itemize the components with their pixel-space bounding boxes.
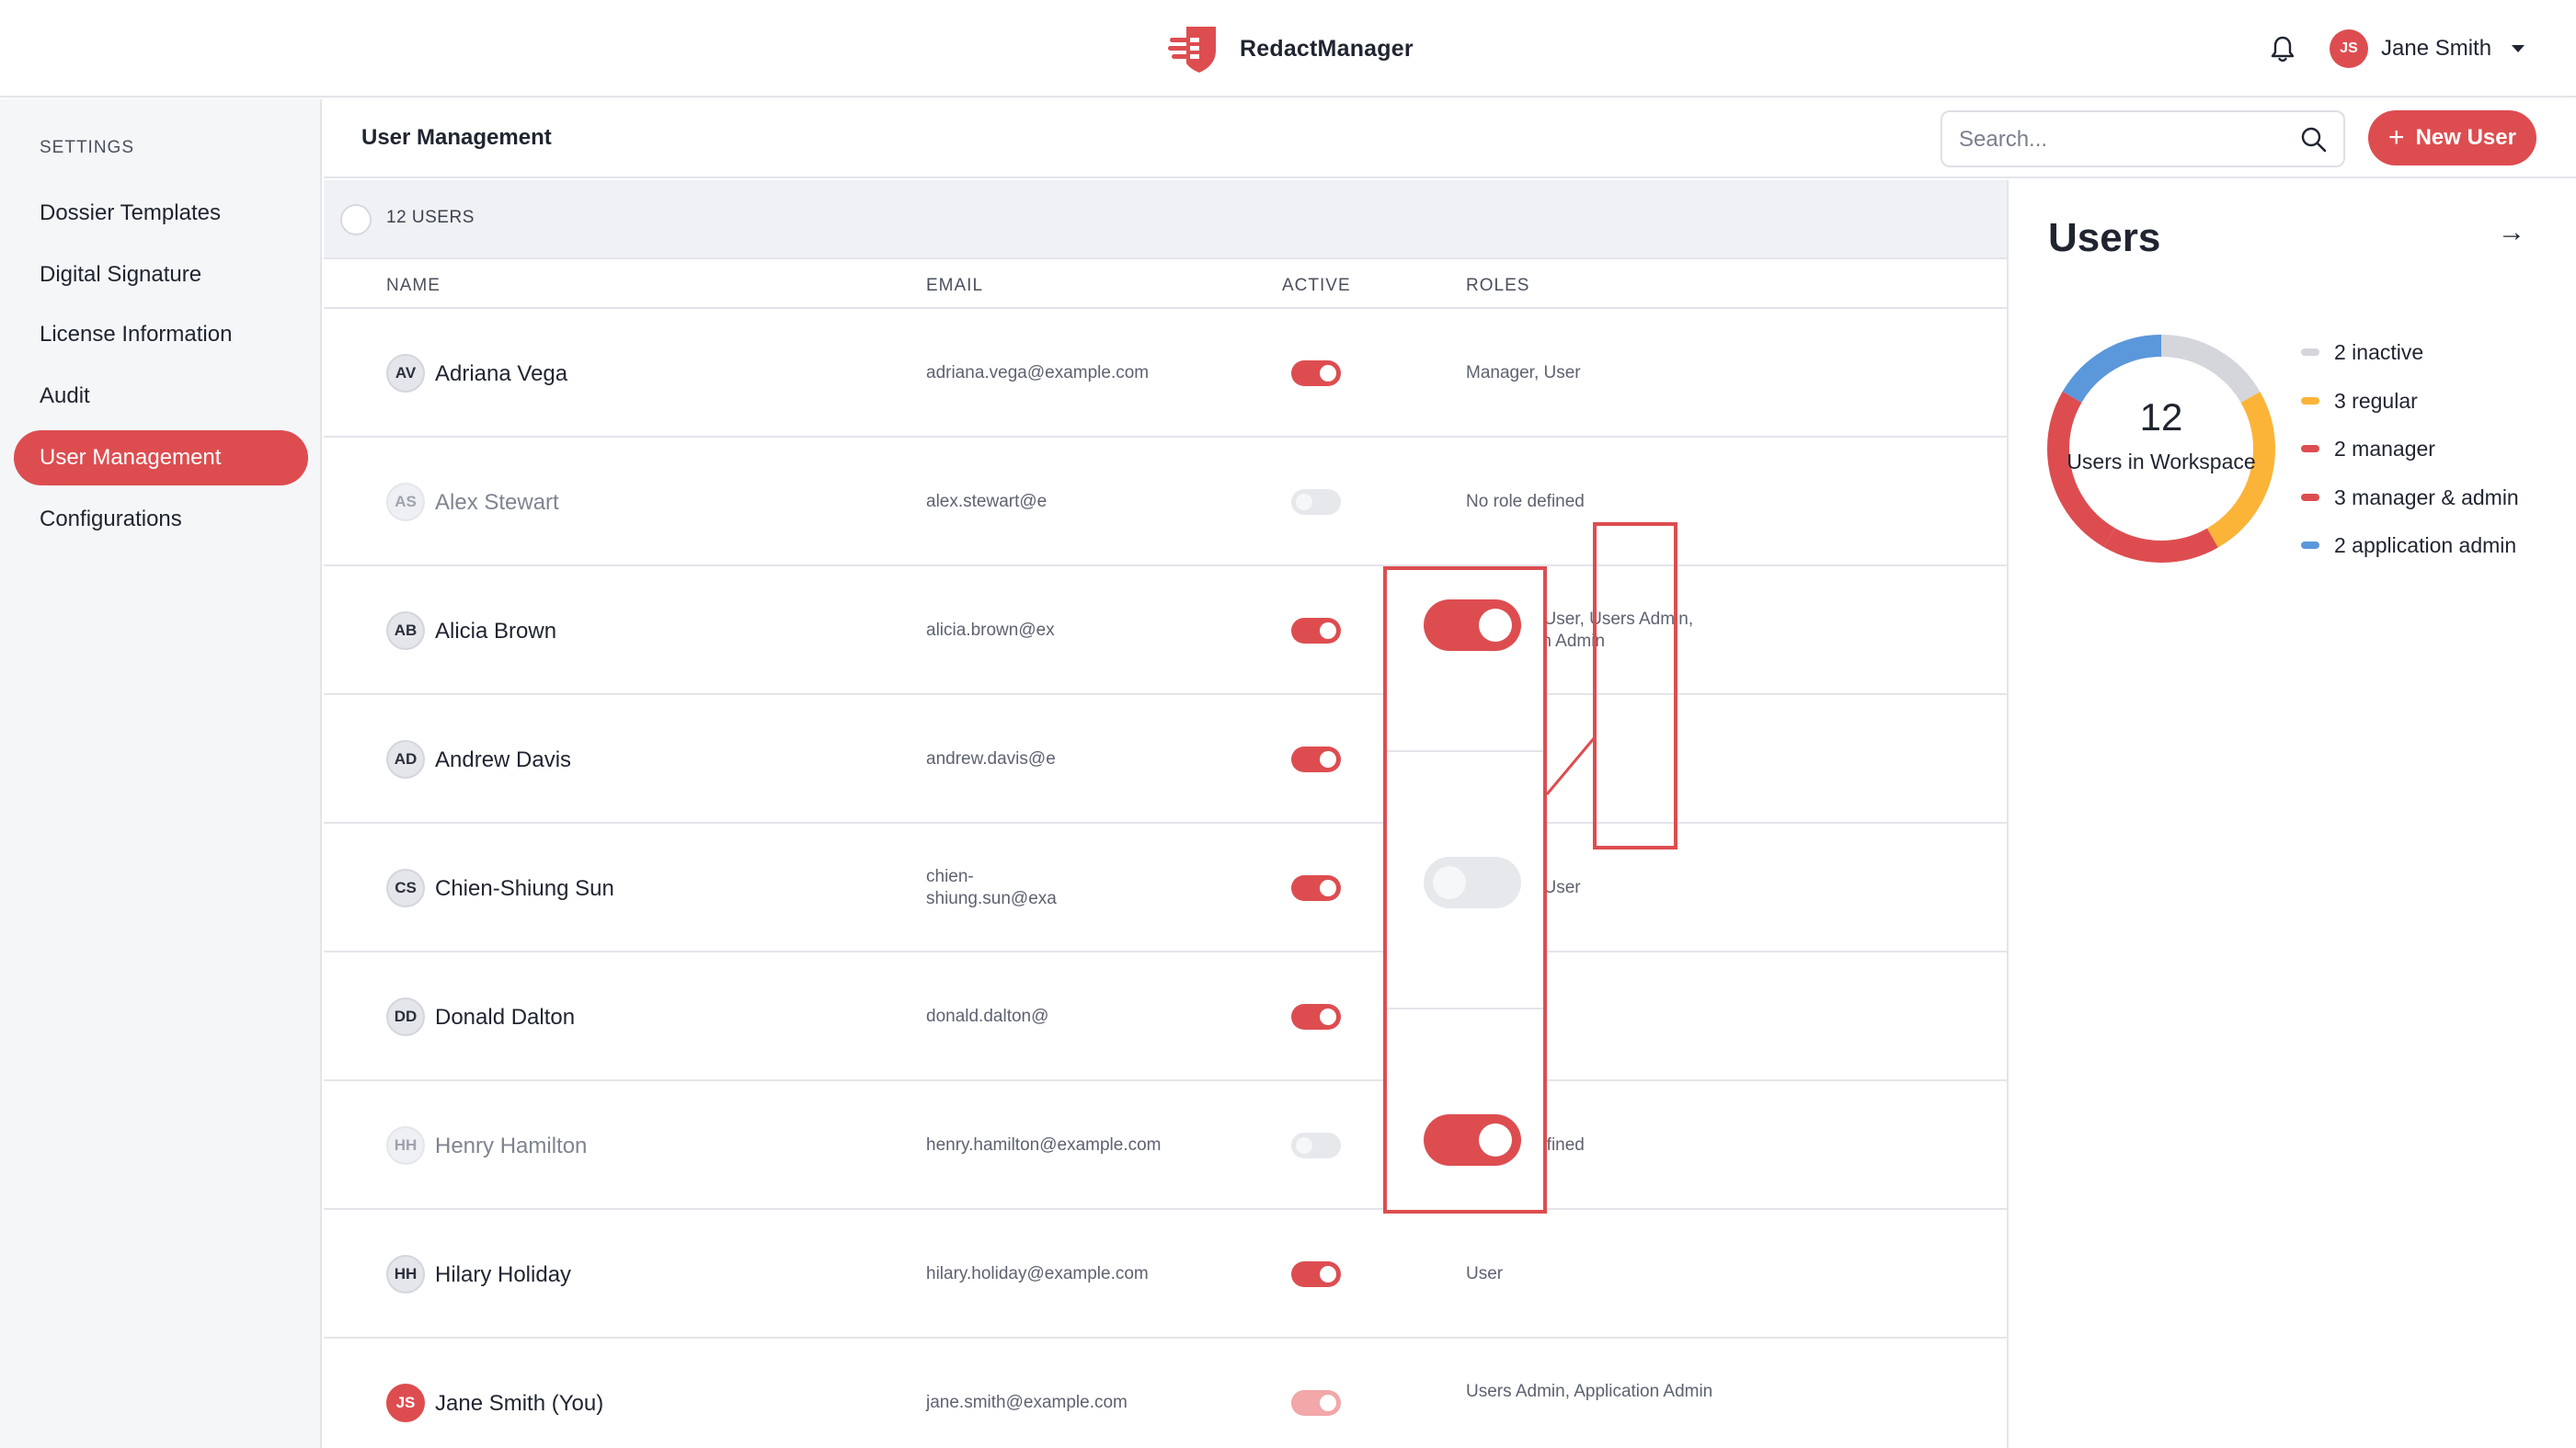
legend-label: 2 manager	[2334, 436, 2435, 461]
legend-swatch	[2301, 494, 2319, 501]
legend-swatch	[2301, 542, 2319, 549]
page-header: User Management + New User	[324, 99, 2576, 178]
legend-item-inactive[interactable]: 2 inactive	[2301, 338, 2423, 366]
plus-icon: +	[2388, 122, 2405, 153]
page-title: User Management	[361, 125, 552, 150]
user-avatar: JS	[2330, 29, 2368, 68]
legend-label: 2 application admin	[2334, 532, 2517, 557]
new-user-button[interactable]: + New User	[2368, 110, 2536, 165]
legend-item-manager-admin[interactable]: 3 manager & admin	[2301, 484, 2519, 511]
users-table: 12 USERS NAME EMAIL ACTIVE ROLES AV Adri…	[324, 180, 2009, 1448]
notifications-bell-icon[interactable]	[2267, 33, 2298, 64]
legend-swatch	[2301, 445, 2319, 452]
donut-total-label: Users in Workspace	[2067, 450, 2256, 473]
sidebar-item-audit[interactable]: Audit	[14, 369, 308, 424]
callout-connector	[1545, 736, 1597, 795]
new-user-label: New User	[2415, 125, 2516, 150]
chevron-down-icon	[2512, 45, 2525, 52]
settings-sidebar: SETTINGS Dossier Templates Digital Signa…	[0, 99, 322, 1448]
user-menu[interactable]: JS Jane Smith	[2330, 29, 2525, 68]
zoom-divider	[1387, 750, 1543, 752]
redact-manager-logo-icon	[1168, 27, 1216, 73]
legend-item-regular[interactable]: 3 regular	[2301, 387, 2418, 415]
sidebar-heading: SETTINGS	[40, 138, 135, 157]
arrow-right-icon[interactable]: →	[2498, 217, 2525, 248]
stats-title: Users	[2048, 215, 2161, 260]
legend-label: 3 regular	[2334, 388, 2418, 413]
legend-label: 3 manager & admin	[2334, 485, 2519, 509]
legend-swatch	[2301, 397, 2319, 405]
user-name: Jane Smith	[2381, 36, 2492, 61]
search-icon[interactable]	[2299, 125, 2329, 154]
sidebar-item-license-information[interactable]: License Information	[14, 307, 308, 362]
brand-name: RedactManager	[1240, 35, 1414, 62]
legend-item-manager[interactable]: 2 manager	[2301, 435, 2435, 462]
legend-label: 2 inactive	[2334, 339, 2424, 364]
zoom-toggle-on	[1424, 599, 1521, 651]
toggle-zoom-callout	[1383, 566, 1547, 1214]
legend-swatch	[2301, 348, 2319, 356]
zoom-toggle-off	[1424, 857, 1521, 908]
zoom-divider	[1387, 1008, 1543, 1009]
sidebar-item-dossier-templates[interactable]: Dossier Templates	[14, 186, 308, 241]
users-stats-panel: Users → 12 Users in Workspace 2 inactive…	[2010, 180, 2576, 1448]
sidebar-item-configurations[interactable]: Configurations	[14, 492, 308, 547]
search-input[interactable]	[1959, 123, 2290, 156]
zoom-toggle-on	[1424, 1114, 1521, 1166]
top-bar: RedactManager JS Jane Smith	[0, 0, 2576, 97]
sidebar-item-user-management[interactable]: User Management	[14, 430, 308, 485]
legend-item-application-admin[interactable]: 2 application admin	[2301, 531, 2516, 559]
search-box[interactable]	[1941, 110, 2345, 167]
brand[interactable]: RedactManager	[1168, 22, 1414, 75]
donut-total: 12	[2139, 395, 2183, 439]
sidebar-item-digital-signature[interactable]: Digital Signature	[14, 247, 308, 302]
